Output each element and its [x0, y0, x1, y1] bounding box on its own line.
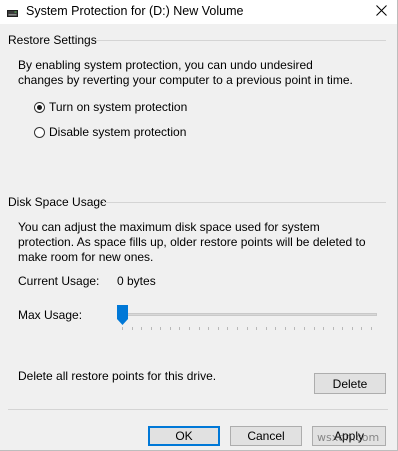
cancel-button[interactable]: Cancel: [230, 426, 302, 446]
slider-tick: [218, 327, 219, 330]
turn-on-protection-label[interactable]: Turn on system protection: [49, 100, 187, 114]
slider-tick: [304, 327, 305, 330]
restore-settings-divider: [96, 40, 386, 41]
turn-on-protection-option[interactable]: Turn on system protection: [34, 100, 187, 114]
slider-thumb[interactable]: [117, 305, 128, 325]
delete-restore-points-text: Delete all restore points for this drive…: [18, 369, 217, 383]
max-usage-label: Max Usage:: [18, 308, 83, 322]
slider-tick: [179, 327, 180, 330]
slider-tick: [314, 327, 315, 330]
slider-tick: [170, 327, 171, 330]
apply-button[interactable]: Apply: [312, 426, 386, 446]
slider-tick: [122, 327, 123, 330]
disable-protection-radio[interactable]: [34, 126, 45, 138]
slider-tick: [189, 327, 190, 330]
slider-tick: [247, 327, 248, 330]
slider-tick: [323, 327, 324, 330]
slider-tick: [208, 327, 209, 330]
slider-tick: [141, 327, 142, 330]
current-usage-value: 0 bytes: [117, 274, 156, 288]
slider-tick: [294, 327, 295, 330]
slider-track[interactable]: [117, 313, 377, 316]
slider-tick: [132, 327, 133, 330]
slider-tick: [237, 327, 238, 330]
drive-icon: [7, 7, 18, 17]
disable-protection-label[interactable]: Disable system protection: [49, 125, 186, 139]
slider-tick: [333, 327, 334, 330]
delete-button[interactable]: Delete: [314, 373, 386, 394]
disk-space-heading: Disk Space Usage: [8, 195, 107, 209]
restore-settings-description: By enabling system protection, you can u…: [18, 58, 353, 87]
title-bar: System Protection for (D:) New Volume: [0, 0, 397, 24]
turn-on-protection-radio[interactable]: [34, 101, 45, 113]
window-title: System Protection for (D:) New Volume: [26, 4, 244, 18]
close-icon: [375, 5, 387, 19]
restore-settings-heading: Restore Settings: [8, 33, 97, 47]
close-button[interactable]: [365, 0, 397, 24]
slider-tick: [352, 327, 353, 330]
slider-tick: [342, 327, 343, 330]
current-usage-label: Current Usage:: [18, 274, 100, 288]
slider-tick: [275, 327, 276, 330]
slider-tick: [266, 327, 267, 330]
slider-tick: [285, 327, 286, 330]
disk-space-description: You can adjust the maximum disk space us…: [18, 220, 366, 264]
slider-tick: [227, 327, 228, 330]
slider-tick: [371, 327, 372, 330]
slider-tick: [199, 327, 200, 330]
slider-tick: [256, 327, 257, 330]
footer-divider: [8, 409, 388, 410]
slider-tick: [361, 327, 362, 330]
slider-tick: [160, 327, 161, 330]
disable-protection-option[interactable]: Disable system protection: [34, 125, 186, 139]
system-protection-dialog: System Protection for (D:) New Volume Re…: [0, 0, 398, 451]
disk-space-divider: [103, 202, 386, 203]
ok-button[interactable]: OK: [148, 426, 220, 446]
slider-tick: [151, 327, 152, 330]
